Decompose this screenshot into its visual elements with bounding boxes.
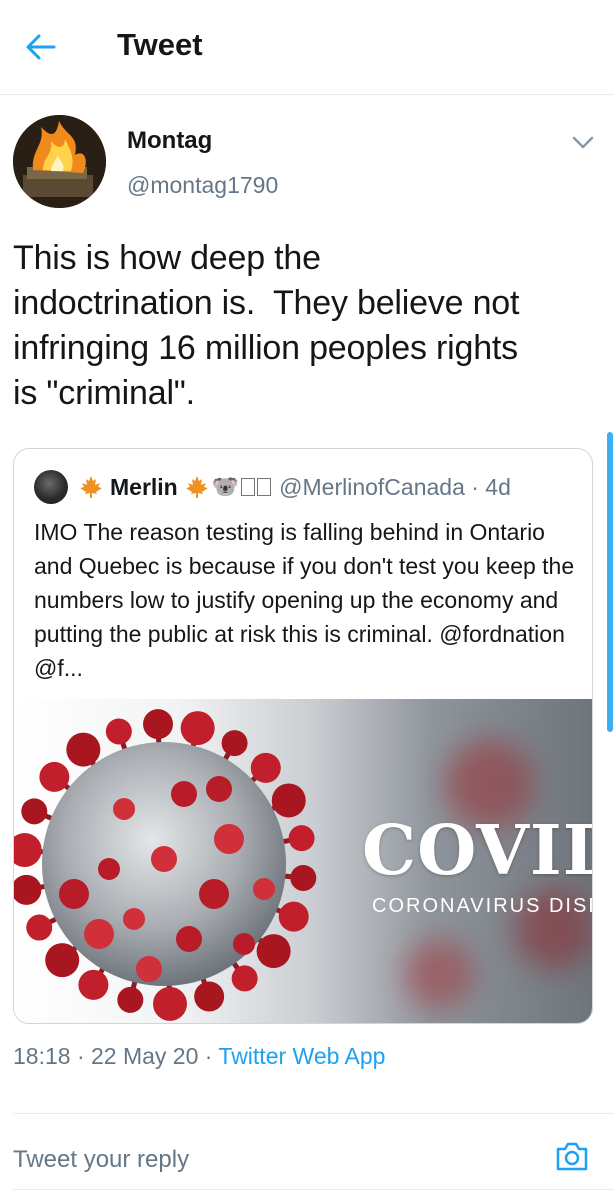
reply-input[interactable] [13, 1140, 533, 1180]
virus-spike [194, 981, 225, 1012]
quoted-author-name: Merlin [110, 473, 178, 500]
camera-icon [556, 1142, 588, 1171]
virus-spike [26, 914, 53, 941]
quoted-tweet[interactable]: Merlin 🐨 @MerlinofCanada · 4d IMO The re… [13, 448, 593, 1024]
burning-books-image [13, 115, 106, 208]
virus-spike [14, 833, 42, 868]
virus-spike [14, 874, 42, 905]
virus-spike [117, 986, 144, 1013]
tweet-timestamp: 18:18 · 22 May 20 · Twitter Web App [13, 1043, 385, 1070]
scrollbar[interactable] [607, 432, 613, 732]
page-title: Tweet [117, 27, 203, 62]
virus-spike [288, 825, 315, 852]
virus-spike [253, 878, 275, 900]
image-subtitle: CORONAVIRUS DISEA [372, 895, 592, 917]
maple-leaf-icon [185, 476, 208, 498]
arrow-left-icon [26, 34, 56, 60]
tweet-text: This is how deep the indoctrination is. … [13, 239, 520, 412]
virus-spike [214, 824, 244, 854]
virus-spike [206, 776, 232, 802]
virus-spike [78, 969, 109, 1000]
virus-spike [278, 901, 309, 932]
maple-leaf-icon [80, 476, 102, 498]
coronavirus-illustration [14, 709, 317, 1021]
virus-spike [105, 718, 132, 745]
image-title: COVID [362, 811, 592, 891]
virus-spike [143, 709, 174, 740]
virus-spike [250, 752, 281, 783]
virus-spike [171, 781, 197, 807]
virus-spike [21, 798, 48, 825]
author-avatar[interactable] [13, 115, 106, 208]
virus-spike [66, 732, 101, 767]
virus-spike [176, 926, 202, 952]
virus-spike [221, 730, 248, 757]
divider [13, 1113, 614, 1114]
virus-spike [180, 711, 215, 746]
virus-spike [231, 965, 258, 992]
add-photo-button[interactable] [552, 1136, 592, 1176]
tweet-options-button[interactable] [566, 130, 600, 156]
virus-spike [199, 879, 229, 909]
unsupported-glyph-icon [257, 478, 272, 496]
virus-spike [256, 934, 291, 969]
virus-spike [233, 933, 255, 955]
virus-spike [123, 908, 145, 930]
author-handle[interactable]: @montag1790 [127, 172, 278, 199]
virus-spike [151, 846, 177, 872]
quoted-tweet-header: Merlin 🐨 @MerlinofCanada · 4d [34, 469, 511, 505]
quoted-author-handle: @MerlinofCanada · 4d [279, 473, 511, 500]
back-button[interactable] [20, 26, 62, 68]
virus-spike [152, 986, 187, 1021]
source-link[interactable]: Twitter Web App [218, 1043, 385, 1069]
unsupported-glyph-icon [241, 478, 256, 496]
virus-spike [113, 798, 135, 820]
timestamp-text: 18:18 · 22 May 20 · [13, 1043, 219, 1069]
virus-spike [45, 943, 80, 978]
quoted-tweet-text: IMO The reason testing is falling behind… [34, 519, 575, 681]
quoted-author-avatar [34, 470, 68, 504]
quoted-tweet-image[interactable]: COVID CORONAVIRUS DISEA [14, 699, 592, 1023]
virus-spike [290, 864, 317, 891]
virus-spike [98, 858, 120, 880]
virus-spike [59, 879, 89, 909]
author-name[interactable]: Montag [127, 127, 212, 155]
virus-spike [39, 761, 70, 792]
koala-emoji: 🐨 [211, 474, 240, 499]
reply-divider [13, 1189, 614, 1190]
top-bar: Tweet [0, 0, 614, 95]
chevron-down-icon [572, 136, 594, 149]
virus-spike [136, 956, 162, 982]
virus-spike [84, 919, 114, 949]
virus-spike [271, 783, 306, 818]
